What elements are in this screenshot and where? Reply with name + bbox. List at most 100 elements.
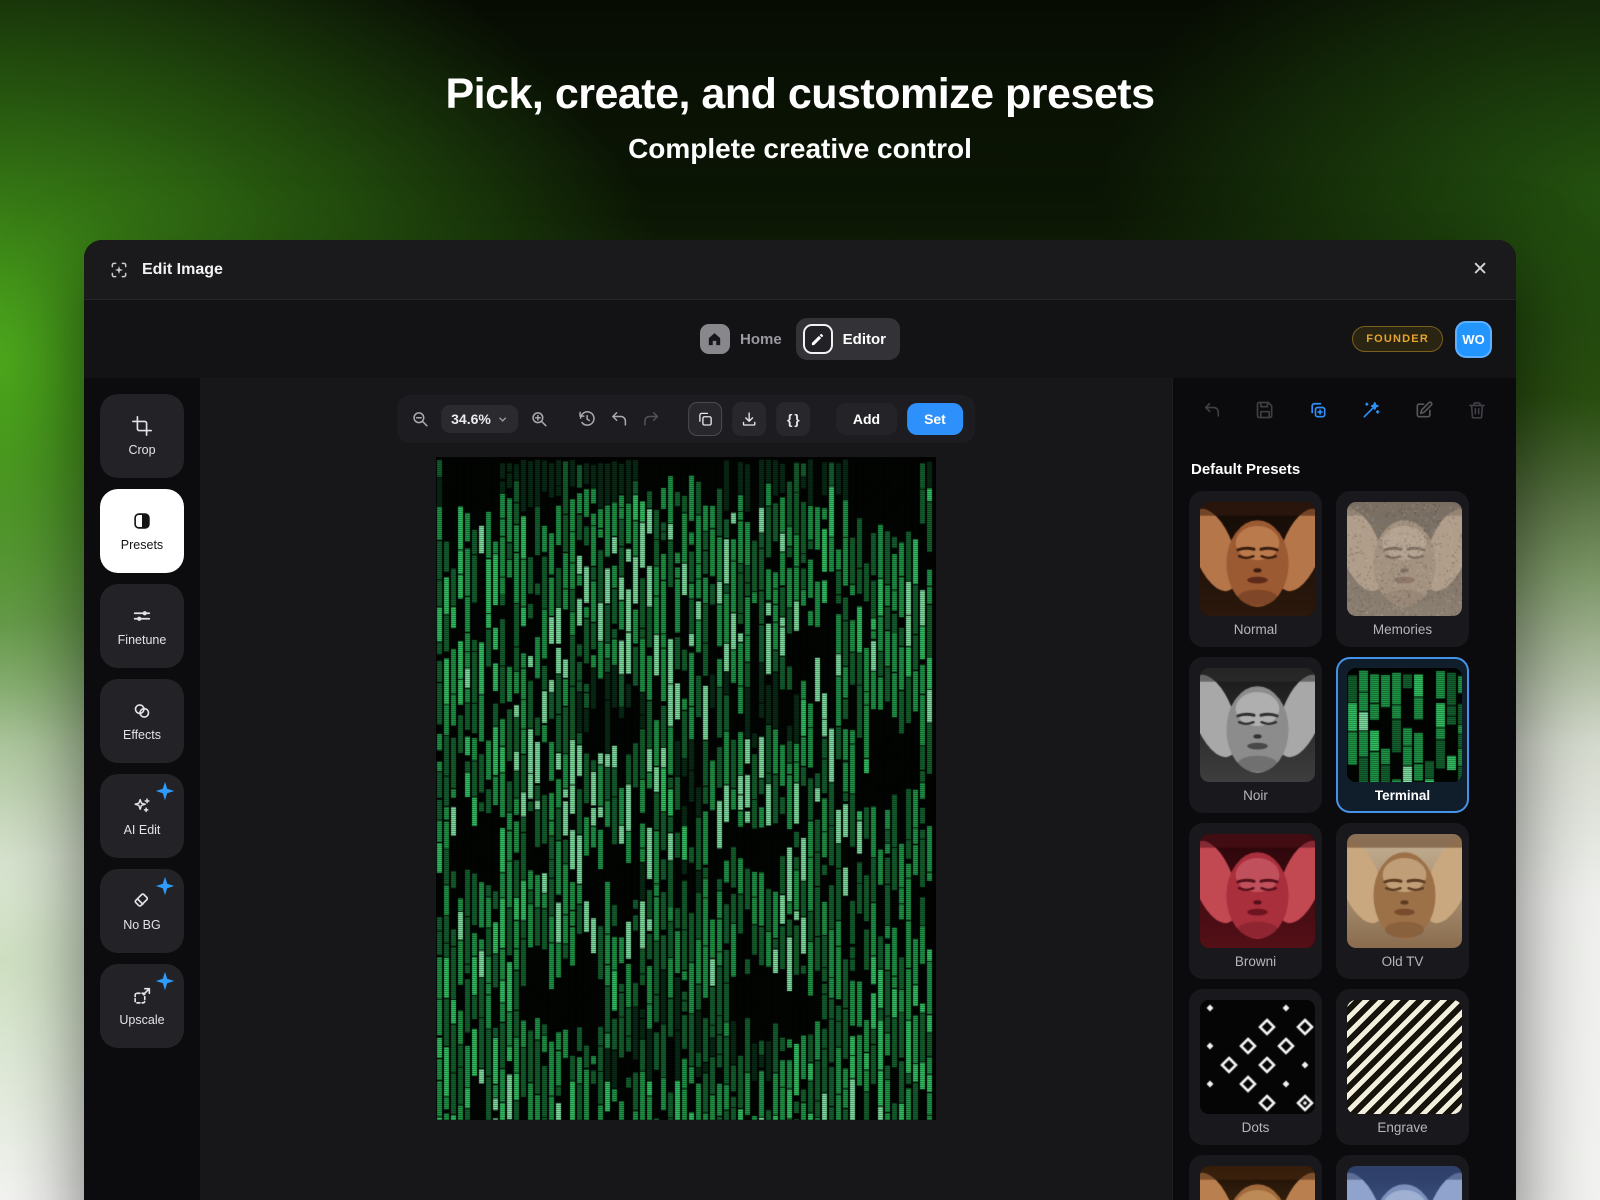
eraser-icon <box>131 890 153 912</box>
preset-thumbnail <box>1347 834 1462 948</box>
zoom-in-icon[interactable] <box>528 408 550 430</box>
tab-editor-label: Editor <box>843 331 886 348</box>
preset-label: Memories <box>1347 616 1458 639</box>
page-background: Pick, create, and customize presets Comp… <box>0 0 1600 1200</box>
duplicate-add-icon[interactable] <box>1307 399 1329 421</box>
preset-partial-right[interactable] <box>1336 1155 1469 1200</box>
hero-title: Pick, create, and customize presets <box>0 70 1600 119</box>
finetune-icon <box>131 605 153 627</box>
preset-engrave[interactable]: Engrave <box>1336 989 1469 1145</box>
preset-label: Browni <box>1200 948 1311 971</box>
hero: Pick, create, and customize presets Comp… <box>0 70 1600 165</box>
sidebar-item-label: Presets <box>121 538 163 552</box>
sidebar-item-effects[interactable]: Effects <box>100 679 184 763</box>
preset-browni[interactable]: Browni <box>1189 823 1322 979</box>
preset-memories[interactable]: Memories <box>1336 491 1469 647</box>
pro-star-icon <box>154 780 176 802</box>
copy-icon <box>696 410 714 428</box>
copy-button[interactable] <box>688 402 722 436</box>
zoom-level-value: 34.6% <box>451 411 491 427</box>
preset-normal[interactable]: Normal <box>1189 491 1322 647</box>
sidebar-item-label: Upscale <box>119 1013 164 1027</box>
undo-icon[interactable] <box>608 408 630 430</box>
sidebar-item-label: No BG <box>123 918 161 932</box>
sidebar-item-upscale[interactable]: Upscale <box>100 964 184 1048</box>
preset-thumbnail <box>1347 1166 1462 1200</box>
tools-sidebar: Crop Presets Finetune Effects <box>84 378 200 1200</box>
preset-label: Noir <box>1200 782 1311 805</box>
crop-icon <box>131 415 153 437</box>
undo-icon[interactable] <box>1201 399 1223 421</box>
preset-thumbnail <box>1200 1000 1315 1114</box>
nav-right: FOUNDER WO <box>1352 300 1492 378</box>
upscale-icon <box>131 985 153 1007</box>
edit-canvas[interactable] <box>436 457 936 1120</box>
presets-icon <box>131 510 153 532</box>
preset-label: Terminal <box>1347 782 1458 805</box>
tab-home[interactable]: Home <box>700 324 782 354</box>
presets-panel: Default Presets Normal Memories Noir <box>1172 378 1516 1200</box>
presets-heading: Default Presets <box>1173 442 1516 491</box>
preset-thumbnail <box>1200 1166 1315 1200</box>
sidebar-item-finetune[interactable]: Finetune <box>100 584 184 668</box>
braces-icon: { } <box>787 411 799 427</box>
preset-thumbnail <box>1200 502 1315 616</box>
preset-label: Old TV <box>1347 948 1458 971</box>
sidebar-item-label: Crop <box>128 443 155 457</box>
preset-label: Engrave <box>1347 1114 1458 1137</box>
preset-label: Dots <box>1200 1114 1311 1137</box>
add-button[interactable]: Add <box>836 403 897 435</box>
tab-home-label: Home <box>740 331 782 348</box>
pencil-icon <box>803 324 833 354</box>
zoom-level-select[interactable]: 34.6% <box>441 405 518 433</box>
preset-dots[interactable]: Dots <box>1189 989 1322 1145</box>
editor-workspace: 34.6% <box>200 378 1172 1200</box>
history-icon[interactable] <box>576 408 598 430</box>
effects-icon <box>131 700 153 722</box>
preset-thumbnail <box>1347 668 1462 782</box>
canvas-toolbar: 34.6% <box>397 395 975 443</box>
pro-star-icon <box>154 970 176 992</box>
avatar[interactable]: WO <box>1455 321 1492 358</box>
modal-body: Crop Presets Finetune Effects <box>84 378 1516 1200</box>
zoom-out-icon[interactable] <box>409 408 431 430</box>
preset-thumbnail <box>1200 668 1315 782</box>
hero-subtitle: Complete creative control <box>0 133 1600 165</box>
sidebar-item-presets[interactable]: Presets <box>100 489 184 573</box>
pro-star-icon <box>154 875 176 897</box>
sidebar-item-no-bg[interactable]: No BG <box>100 869 184 953</box>
sidebar-item-ai-edit[interactable]: AI Edit <box>100 774 184 858</box>
preset-noir[interactable]: Noir <box>1189 657 1322 813</box>
preset-partial-left[interactable] <box>1189 1155 1322 1200</box>
scan-star-icon <box>108 259 130 281</box>
download-button[interactable] <box>732 402 766 436</box>
magic-wand-icon[interactable] <box>1360 399 1382 421</box>
save-icon[interactable] <box>1254 399 1276 421</box>
preset-old-tv[interactable]: Old TV <box>1336 823 1469 979</box>
modal-header: Edit Image ✕ <box>84 240 1516 300</box>
trash-icon[interactable] <box>1466 399 1488 421</box>
preset-grid: Normal Memories Noir Terminal <box>1173 491 1516 1200</box>
founder-badge: FOUNDER <box>1352 326 1443 352</box>
modal-nav: Home Editor FOUNDER WO <box>84 300 1516 378</box>
chevron-down-icon <box>497 414 508 425</box>
sidebar-item-label: Finetune <box>118 633 167 647</box>
preset-actions <box>1173 378 1516 442</box>
close-icon[interactable]: ✕ <box>1468 256 1492 283</box>
preset-label: Normal <box>1200 616 1311 639</box>
preset-thumbnail <box>1200 834 1315 948</box>
preset-terminal[interactable]: Terminal <box>1336 657 1469 813</box>
modal-title: Edit Image <box>142 261 223 279</box>
edit-image-modal: Edit Image ✕ Home Editor FOUNDER WO <box>84 240 1516 1200</box>
home-icon <box>700 324 730 354</box>
tab-editor[interactable]: Editor <box>796 318 900 360</box>
sparkles-icon <box>131 795 153 817</box>
preset-thumbnail <box>1347 502 1462 616</box>
edit-icon[interactable] <box>1413 399 1435 421</box>
download-icon <box>740 410 758 428</box>
code-button[interactable]: { } <box>776 402 810 436</box>
sidebar-item-label: AI Edit <box>124 823 161 837</box>
sidebar-item-crop[interactable]: Crop <box>100 394 184 478</box>
redo-icon[interactable] <box>640 408 662 430</box>
set-button[interactable]: Set <box>907 403 963 435</box>
